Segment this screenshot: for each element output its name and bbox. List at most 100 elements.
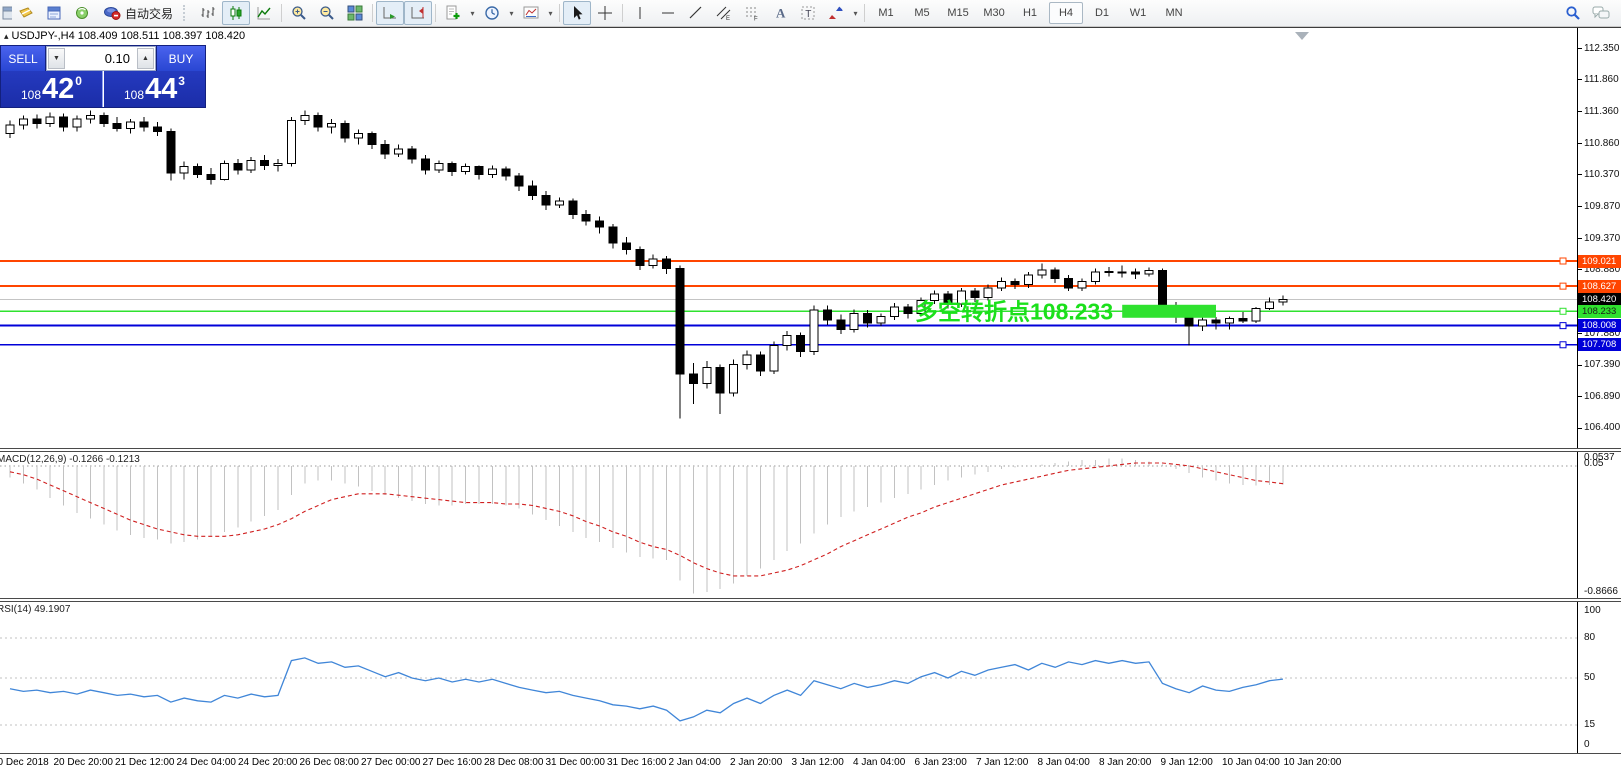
main-toolbar: 自动交易 [0, 0, 1621, 27]
timeframe-button-w1[interactable]: W1 [1121, 2, 1155, 24]
timeframe-button-m1[interactable]: M1 [869, 2, 903, 24]
price-axis-label: 106.400 [1578, 422, 1621, 433]
candlestick-chart-icon[interactable] [222, 1, 250, 25]
cursor-icon[interactable] [563, 1, 591, 25]
lot-increase-button[interactable]: ▲ [137, 48, 154, 69]
tile-windows-icon[interactable] [341, 1, 369, 25]
timeframe-button-h4[interactable]: H4 [1049, 2, 1083, 24]
chart-shift-icon[interactable] [404, 1, 432, 25]
macd-axis-label: 0.05 [1578, 458, 1621, 469]
text-icon[interactable]: A [766, 1, 794, 25]
candle [890, 307, 898, 317]
pane-splitter[interactable] [0, 598, 1621, 602]
date-axis-label: 21 Dec 12:00 [115, 757, 175, 768]
scroll-anchor-icon[interactable] [1295, 32, 1309, 40]
macd-axis-label: -0.8666 [1578, 586, 1621, 597]
level-line-handle[interactable] [1560, 258, 1566, 264]
turning-point-annotation[interactable]: 多空转折点108.233 [915, 298, 1113, 324]
line-chart-icon[interactable] [250, 1, 278, 25]
lot-decrease-button[interactable]: ▼ [48, 48, 65, 69]
rsi-pane[interactable] [0, 602, 1577, 752]
level-line-handle[interactable] [1560, 342, 1566, 348]
horizontal-line-icon[interactable] [654, 1, 682, 25]
buy-button[interactable]: BUY [156, 46, 205, 71]
candle [555, 201, 563, 205]
buy-price-pips: 44 [145, 71, 177, 107]
candle [167, 132, 175, 173]
date-axis-label: 24 Dec 04:00 [177, 757, 237, 768]
candle [542, 195, 550, 205]
bar-chart-icon[interactable] [194, 1, 222, 25]
one-click-trading-panel: SELL ▼ 0.10 ▲ BUY 108 42 0 108 44 3 [0, 45, 206, 108]
candle [328, 123, 336, 127]
date-axis-label: 24 Dec 20:00 [238, 757, 298, 768]
trendline-icon[interactable] [682, 1, 710, 25]
periods-icon[interactable] [478, 1, 506, 25]
candle [984, 288, 992, 298]
candle [810, 310, 818, 351]
timeframe-button-h1[interactable]: H1 [1013, 2, 1047, 24]
level-line-handle[interactable] [1560, 283, 1566, 289]
candle [743, 355, 751, 365]
candle [569, 201, 577, 214]
level-price-tag: 108.008 [1578, 319, 1621, 332]
indicators-icon[interactable] [439, 1, 467, 25]
buy-price-button[interactable]: 108 44 3 [103, 71, 205, 107]
new-order-icon[interactable] [12, 1, 40, 25]
pane-splitter[interactable] [0, 448, 1621, 452]
indicators-dropdown-icon[interactable]: ▾ [467, 2, 478, 24]
candle [636, 250, 644, 266]
signals-icon[interactable] [68, 1, 96, 25]
candle [113, 123, 121, 128]
candle [194, 167, 202, 175]
chat-icon[interactable] [1587, 1, 1615, 25]
candle [703, 368, 711, 384]
date-axis[interactable]: 20 Dec 201820 Dec 20:0021 Dec 12:0024 De… [0, 753, 1621, 771]
candle [354, 133, 362, 137]
autotrading-button[interactable]: 自动交易 [96, 1, 180, 25]
fibonacci-icon[interactable]: F [738, 1, 766, 25]
turning-point-highlight-box[interactable] [1122, 305, 1216, 318]
arrows-dropdown-icon[interactable]: ▾ [850, 2, 861, 24]
zoom-in-icon[interactable] [285, 1, 313, 25]
sell-button[interactable]: SELL [1, 46, 46, 71]
templates-dropdown-icon[interactable]: ▾ [545, 2, 556, 24]
sell-price-button[interactable]: 108 42 0 [1, 71, 103, 107]
channel-icon[interactable]: E [710, 1, 738, 25]
candle [1279, 299, 1287, 302]
price-scale[interactable]: 112.350111.860111.360110.860110.370109.8… [1577, 26, 1621, 754]
zoom-out-icon[interactable] [313, 1, 341, 25]
candle [663, 259, 671, 269]
templates-icon[interactable] [517, 1, 545, 25]
timeframe-button-d1[interactable]: D1 [1085, 2, 1119, 24]
market-watch-icon[interactable] [40, 1, 68, 25]
crosshair-icon[interactable] [591, 1, 619, 25]
timeframe-button-m5[interactable]: M5 [905, 2, 939, 24]
timeframe-button-mn[interactable]: MN [1157, 2, 1191, 24]
timeframe-button-m30[interactable]: M30 [977, 2, 1011, 24]
lot-size-value[interactable]: 0.10 [66, 47, 136, 70]
search-icon[interactable] [1559, 1, 1587, 25]
candle [850, 313, 858, 329]
text-label-icon[interactable]: T [794, 1, 822, 25]
date-axis-label: 31 Dec 16:00 [607, 757, 667, 768]
level-price-tag: 108.627 [1578, 280, 1621, 293]
periods-dropdown-icon[interactable]: ▾ [506, 2, 517, 24]
level-line-handle[interactable] [1560, 323, 1566, 329]
candle [19, 119, 27, 125]
candle [622, 243, 630, 249]
timeframe-button-m15[interactable]: M15 [941, 2, 975, 24]
price-chart-pane[interactable]: 多空转折点108.233 [0, 26, 1577, 448]
sell-price-pips: 42 [42, 71, 74, 107]
candle [421, 159, 429, 170]
vertical-line-icon[interactable] [626, 1, 654, 25]
new-chart-icon[interactable] [0, 1, 12, 25]
auto-scroll-icon[interactable] [376, 1, 404, 25]
macd-pane[interactable] [0, 452, 1577, 598]
candle [1078, 281, 1086, 287]
date-axis-label: 27 Dec 16:00 [423, 757, 483, 768]
candle [797, 336, 805, 352]
arrows-icon[interactable] [822, 1, 850, 25]
level-line-handle[interactable] [1560, 308, 1566, 314]
candle [180, 167, 188, 173]
